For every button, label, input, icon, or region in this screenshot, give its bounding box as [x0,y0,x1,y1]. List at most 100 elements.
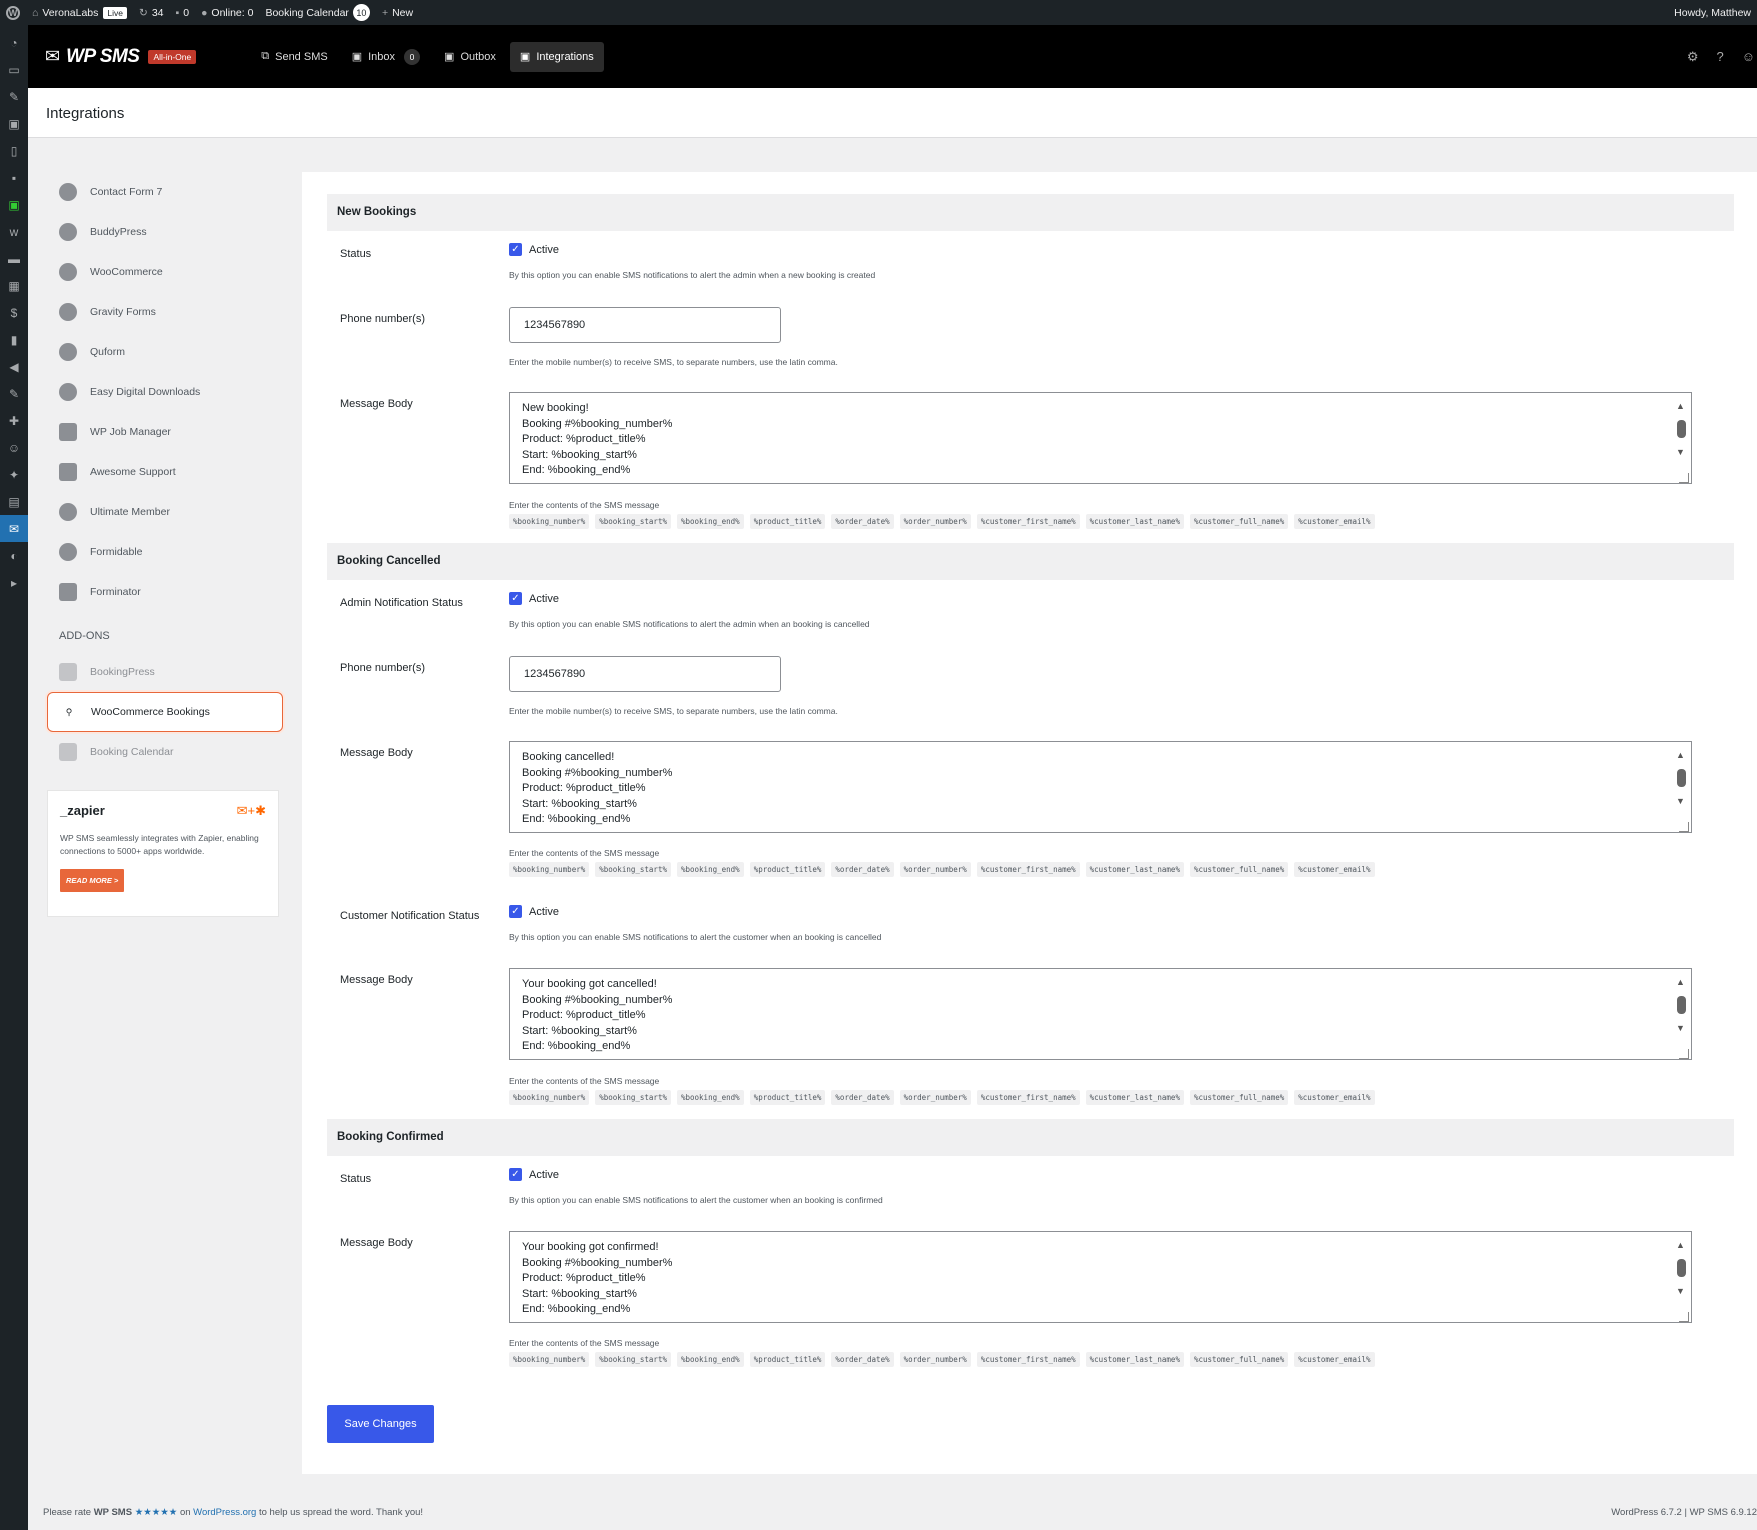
appearance-icon[interactable]: ✎ [0,380,28,407]
plugins-icon[interactable]: ✚ [0,407,28,434]
variable-tag[interactable]: %customer_last_name% [1085,1352,1184,1367]
booking-calendar-link[interactable]: Booking Calendar 10 [259,0,375,25]
nav-item-gravity-forms[interactable]: Gravity Forms [47,292,283,332]
variable-tag[interactable]: %customer_full_name% [1189,862,1289,877]
nav-item-booking-calendar[interactable]: Booking Calendar [47,732,283,772]
nav-item-woocommerce-bookings[interactable]: ⚲ WooCommerce Bookings [47,692,283,732]
variable-tag[interactable]: %customer_last_name% [1085,514,1184,529]
variable-tag[interactable]: %order_date% [831,1352,894,1367]
users-icon[interactable]: ☺ [0,434,28,461]
nav-item-easy-digital-downloads[interactable]: Easy Digital Downloads [47,372,283,412]
save-changes-button[interactable]: Save Changes [327,1405,434,1443]
phone-input[interactable]: 1234567890 [509,656,781,692]
textarea-scrollbar[interactable]: ▲ ▼ [1671,393,1691,483]
site-name-link[interactable]: ⌂ VeronaLabs Live [26,0,133,25]
resize-grip-icon[interactable] [1679,473,1689,483]
payments-icon[interactable]: $ [0,299,28,326]
variable-tag[interactable]: %booking_end% [676,514,744,529]
scroll-thumb[interactable] [1677,1259,1686,1277]
nav-item-bookingpress[interactable]: BookingPress [47,652,283,692]
variable-tag[interactable]: %customer_full_name% [1189,514,1289,529]
nav-item-formidable[interactable]: Formidable [47,532,283,572]
variable-tag[interactable]: %customer_full_name% [1189,1090,1289,1105]
analytics-icon[interactable]: ▮ [0,326,28,353]
sms-icon[interactable]: ✉ [0,515,28,542]
marketing-icon[interactable]: ◀ [0,353,28,380]
variable-tag[interactable]: %booking_number% [509,862,590,877]
new-content-link[interactable]: + New [376,0,419,25]
variable-tag[interactable]: %booking_number% [509,1352,590,1367]
nav-item-ultimate-member[interactable]: Ultimate Member [47,492,283,532]
variable-tag[interactable]: %booking_number% [509,514,590,529]
variable-tag[interactable]: %order_number% [899,514,971,529]
scroll-thumb[interactable] [1677,420,1686,438]
tools-icon[interactable]: ✦ [0,461,28,488]
variable-tag[interactable]: %booking_end% [676,862,744,877]
scroll-thumb[interactable] [1677,769,1686,787]
variable-tag[interactable]: %booking_start% [595,1352,671,1367]
pin-icon[interactable]: ✎ [0,83,28,110]
smile-icon[interactable]: ☺ [1742,49,1755,65]
phone-input[interactable]: 1234567890 [509,307,781,343]
variable-tag[interactable]: %customer_last_name% [1085,1090,1184,1105]
tab-send-sms[interactable]: ⧉ Send SMS [251,42,337,72]
nav-item-wp-job-manager[interactable]: WP Job Manager [47,412,283,452]
variable-tag[interactable]: %booking_number% [509,1090,590,1105]
tab-inbox[interactable]: ▣ Inbox 0 [342,42,430,72]
variable-tag[interactable]: %customer_email% [1294,1090,1375,1105]
resize-grip-icon[interactable] [1679,822,1689,832]
variable-tag[interactable]: %order_number% [899,1352,971,1367]
scroll-thumb[interactable] [1677,996,1686,1014]
variable-tag[interactable]: %customer_last_name% [1085,862,1184,877]
nav-item-buddypress[interactable]: BuddyPress [47,212,283,252]
customer-message-body-textarea[interactable]: Your booking got cancelled! Booking #%bo… [509,968,1692,1060]
gear-icon[interactable]: ⚙ [1687,49,1699,65]
nav-item-quform[interactable]: Quform [47,332,283,372]
nav-item-contact-form-7[interactable]: Contact Form 7 [47,172,283,212]
variable-tag[interactable]: %booking_end% [676,1352,744,1367]
resize-grip-icon[interactable] [1679,1312,1689,1322]
nav-item-woocommerce[interactable]: WooCommerce [47,252,283,292]
variable-tag[interactable]: %order_number% [899,862,971,877]
confirmed-message-body-textarea[interactable]: Your booking got confirmed! Booking #%bo… [509,1231,1692,1323]
circle-icon[interactable]: ◐ [0,542,28,569]
online-link[interactable]: ● Online: 0 [195,0,259,25]
rating-stars-link[interactable]: ★★★★★ [135,1507,178,1518]
calendar-icon[interactable]: ▦ [0,272,28,299]
nav-item-awesome-support[interactable]: Awesome Support [47,452,283,492]
variable-tag[interactable]: %customer_full_name% [1189,1352,1289,1367]
variable-tag[interactable]: %order_date% [831,1090,894,1105]
variable-tag[interactable]: %booking_start% [595,1090,671,1105]
variable-tag[interactable]: %product_title% [749,862,826,877]
variable-tag[interactable]: %product_title% [749,1352,826,1367]
updates-link[interactable]: ↻ 34 [133,0,170,25]
comments-icon[interactable]: ▪ [0,164,28,191]
variable-tag[interactable]: %customer_first_name% [976,514,1080,529]
admin-cancel-status-checkbox[interactable]: ✓ Active [509,592,559,605]
wp-sms-logo[interactable]: ✉ WP SMS All-in-One [45,46,197,68]
comments-link[interactable]: ▪ 0 [170,0,196,25]
resize-grip-icon[interactable] [1679,1049,1689,1059]
message-body-textarea[interactable]: New booking! Booking #%booking_number% P… [509,392,1692,484]
nav-item-forminator[interactable]: Forminator [47,572,283,612]
variable-tag[interactable]: %product_title% [749,1090,826,1105]
variable-tag[interactable]: %booking_start% [595,514,671,529]
admin-message-body-textarea[interactable]: Booking cancelled! Booking #%booking_num… [509,741,1692,833]
customer-cancel-status-checkbox[interactable]: ✓ Active [509,905,559,918]
account-menu[interactable]: Howdy, Matthew [1668,0,1757,25]
variable-tag[interactable]: %order_date% [831,862,894,877]
confirmed-status-checkbox[interactable]: ✓ Active [509,1168,559,1181]
tab-integrations[interactable]: ▣ Integrations [509,41,604,72]
new-booking-status-checkbox[interactable]: ✓ Active [509,243,559,256]
variable-tag[interactable]: %customer_first_name% [976,1352,1080,1367]
variable-tag[interactable]: %customer_email% [1294,1352,1375,1367]
help-icon[interactable]: ? [1716,49,1723,65]
pages-icon[interactable]: ▯ [0,137,28,164]
media-icon[interactable]: ▣ [0,110,28,137]
variable-tag[interactable]: %order_date% [831,514,894,529]
app-icon[interactable]: ▣ [0,191,28,218]
variable-tag[interactable]: %order_number% [899,1090,971,1105]
posts-icon[interactable]: ▭ [0,56,28,83]
variable-tag[interactable]: %customer_first_name% [976,862,1080,877]
read-more-button[interactable]: READ MORE > [60,869,125,892]
